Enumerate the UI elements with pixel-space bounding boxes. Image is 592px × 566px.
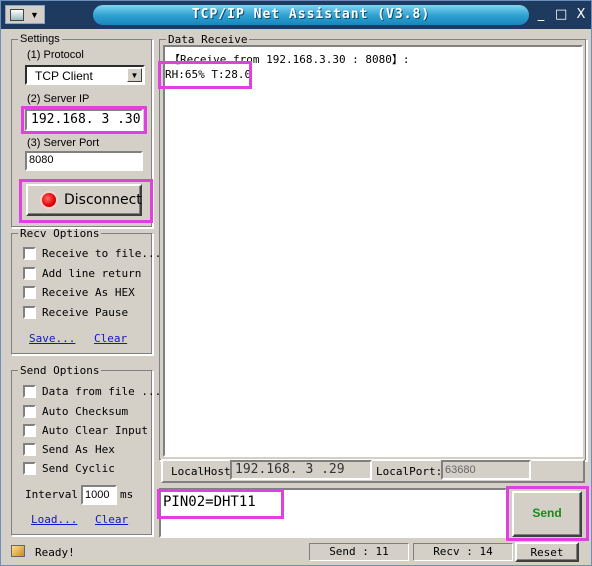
checkbox-box[interactable] (23, 462, 36, 475)
server-port-label: (3) Server Port (27, 137, 100, 149)
local-host-value: 192.168. 3 .29 (235, 462, 345, 477)
checkbox-box[interactable] (23, 247, 36, 260)
checkbox-label: Receive to file... (42, 247, 162, 260)
checkbox-box[interactable] (23, 443, 36, 456)
receive-text-area[interactable]: 【Receive from 192.168.3.30 : 8080】: RH:6… (163, 45, 583, 457)
window-controls: _ □ X (535, 7, 587, 22)
recv-count: Recv : 14 (433, 545, 493, 558)
reset-label: Reset (530, 546, 564, 559)
local-port-label: LocalPort: (376, 465, 443, 478)
maximize-button[interactable]: □ (555, 7, 567, 22)
receive-header-line: 【Receive from 192.168.3.30 : 8080】: (169, 53, 410, 66)
checkbox-box[interactable] (23, 405, 36, 418)
send-cyclic-checkbox[interactable]: Send Cyclic (23, 462, 115, 475)
interval-unit: ms (120, 488, 134, 501)
checkbox-box[interactable] (23, 306, 36, 319)
send-label: Send (532, 506, 562, 520)
interval-label: Interval (25, 488, 78, 501)
local-host-field: 192.168. 3 .29 (230, 460, 372, 480)
data-from-file-checkbox[interactable]: Data from file ... (23, 385, 161, 398)
minimize-button[interactable]: _ (535, 7, 547, 22)
server-ip-label: (2) Server IP (27, 93, 90, 105)
receive-to-file-checkbox[interactable]: Receive to file... (23, 247, 161, 260)
receive-as-hex-checkbox[interactable]: Receive As HEX (23, 286, 135, 299)
led-icon (42, 193, 56, 207)
app-logo-icon (10, 8, 24, 21)
receive-pause-checkbox[interactable]: Receive Pause (23, 306, 128, 319)
add-line-return-checkbox[interactable]: Add line return (23, 267, 141, 280)
close-button[interactable]: X (575, 7, 587, 22)
protocol-select[interactable]: TCP Client ▼ (25, 65, 145, 85)
load-link[interactable]: Load... (31, 513, 77, 526)
recv-options-legend: Recv Options (20, 227, 100, 240)
interval-value: 1000 (85, 489, 110, 501)
checkbox-box[interactable] (23, 286, 36, 299)
app-window: ▼ TCP/IP Net Assistant (V3.8) _ □ X Sett… (0, 0, 592, 566)
window-title: TCP/IP Net Assistant (V3.8) (93, 5, 529, 25)
send-clear-link[interactable]: Clear (95, 513, 128, 526)
disconnect-button[interactable]: Disconnect (26, 184, 142, 216)
local-host-label: LocalHost: (171, 465, 238, 478)
server-port-value: 8080 (29, 154, 54, 166)
auto-checksum-checkbox[interactable]: Auto Checksum (23, 405, 128, 418)
title-bar[interactable]: ▼ TCP/IP Net Assistant (V3.8) _ □ X (1, 1, 591, 29)
status-bar: Ready! Send : 11 Recv : 14 Reset (5, 542, 589, 562)
send-input[interactable]: PIN02=DHT11 (159, 488, 507, 538)
server-ip-value: 192.168. 3 .30 (31, 112, 141, 127)
checkbox-label: Data from file ... (42, 385, 162, 398)
interval-field[interactable]: 1000 (81, 485, 117, 505)
send-input-value: PIN02=DHT11 (163, 494, 256, 510)
checkbox-box[interactable] (23, 267, 36, 280)
checkbox-label: Receive Pause (42, 306, 129, 319)
status-icon (11, 545, 25, 557)
checkbox-label: Receive As HEX (42, 286, 135, 299)
server-ip-field[interactable]: 192.168. 3 .30 (25, 109, 143, 131)
local-port-field: 63680 (441, 460, 531, 480)
checkbox-label: Send As Hex (42, 443, 115, 456)
settings-legend: Settings (20, 33, 60, 45)
send-count: Send : 11 (329, 545, 389, 558)
reset-button[interactable]: Reset (515, 542, 579, 562)
protocol-label: (1) Protocol (27, 49, 84, 61)
send-options-legend: Send Options (20, 364, 100, 377)
local-port-value: 63680 (445, 464, 476, 476)
checkbox-box[interactable] (23, 385, 36, 398)
chevron-down-icon[interactable]: ▼ (127, 68, 142, 82)
send-as-hex-checkbox[interactable]: Send As Hex (23, 443, 115, 456)
status-ready: Ready! (35, 546, 75, 559)
recv-clear-link[interactable]: Clear (94, 332, 127, 345)
recv-count-panel: Recv : 14 (413, 543, 513, 561)
protocol-value: TCP Client (35, 69, 93, 83)
send-button[interactable]: Send (512, 491, 582, 537)
send-count-panel: Send : 11 (309, 543, 409, 561)
disconnect-label: Disconnect (64, 192, 142, 208)
checkbox-label: Auto Clear Input (42, 424, 148, 437)
checkbox-box[interactable] (23, 424, 36, 437)
checkbox-label: Send Cyclic (42, 462, 115, 475)
checkbox-label: Auto Checksum (42, 405, 129, 418)
server-port-field[interactable]: 8080 (25, 151, 143, 171)
chevron-down-icon: ▼ (30, 9, 39, 20)
auto-clear-input-checkbox[interactable]: Auto Clear Input (23, 424, 148, 437)
save-link[interactable]: Save... (29, 332, 75, 345)
checkbox-label: Add line return (42, 267, 142, 280)
receive-data-line: RH:65% T:28.0 (165, 68, 252, 81)
system-menu-button[interactable]: ▼ (5, 5, 45, 24)
